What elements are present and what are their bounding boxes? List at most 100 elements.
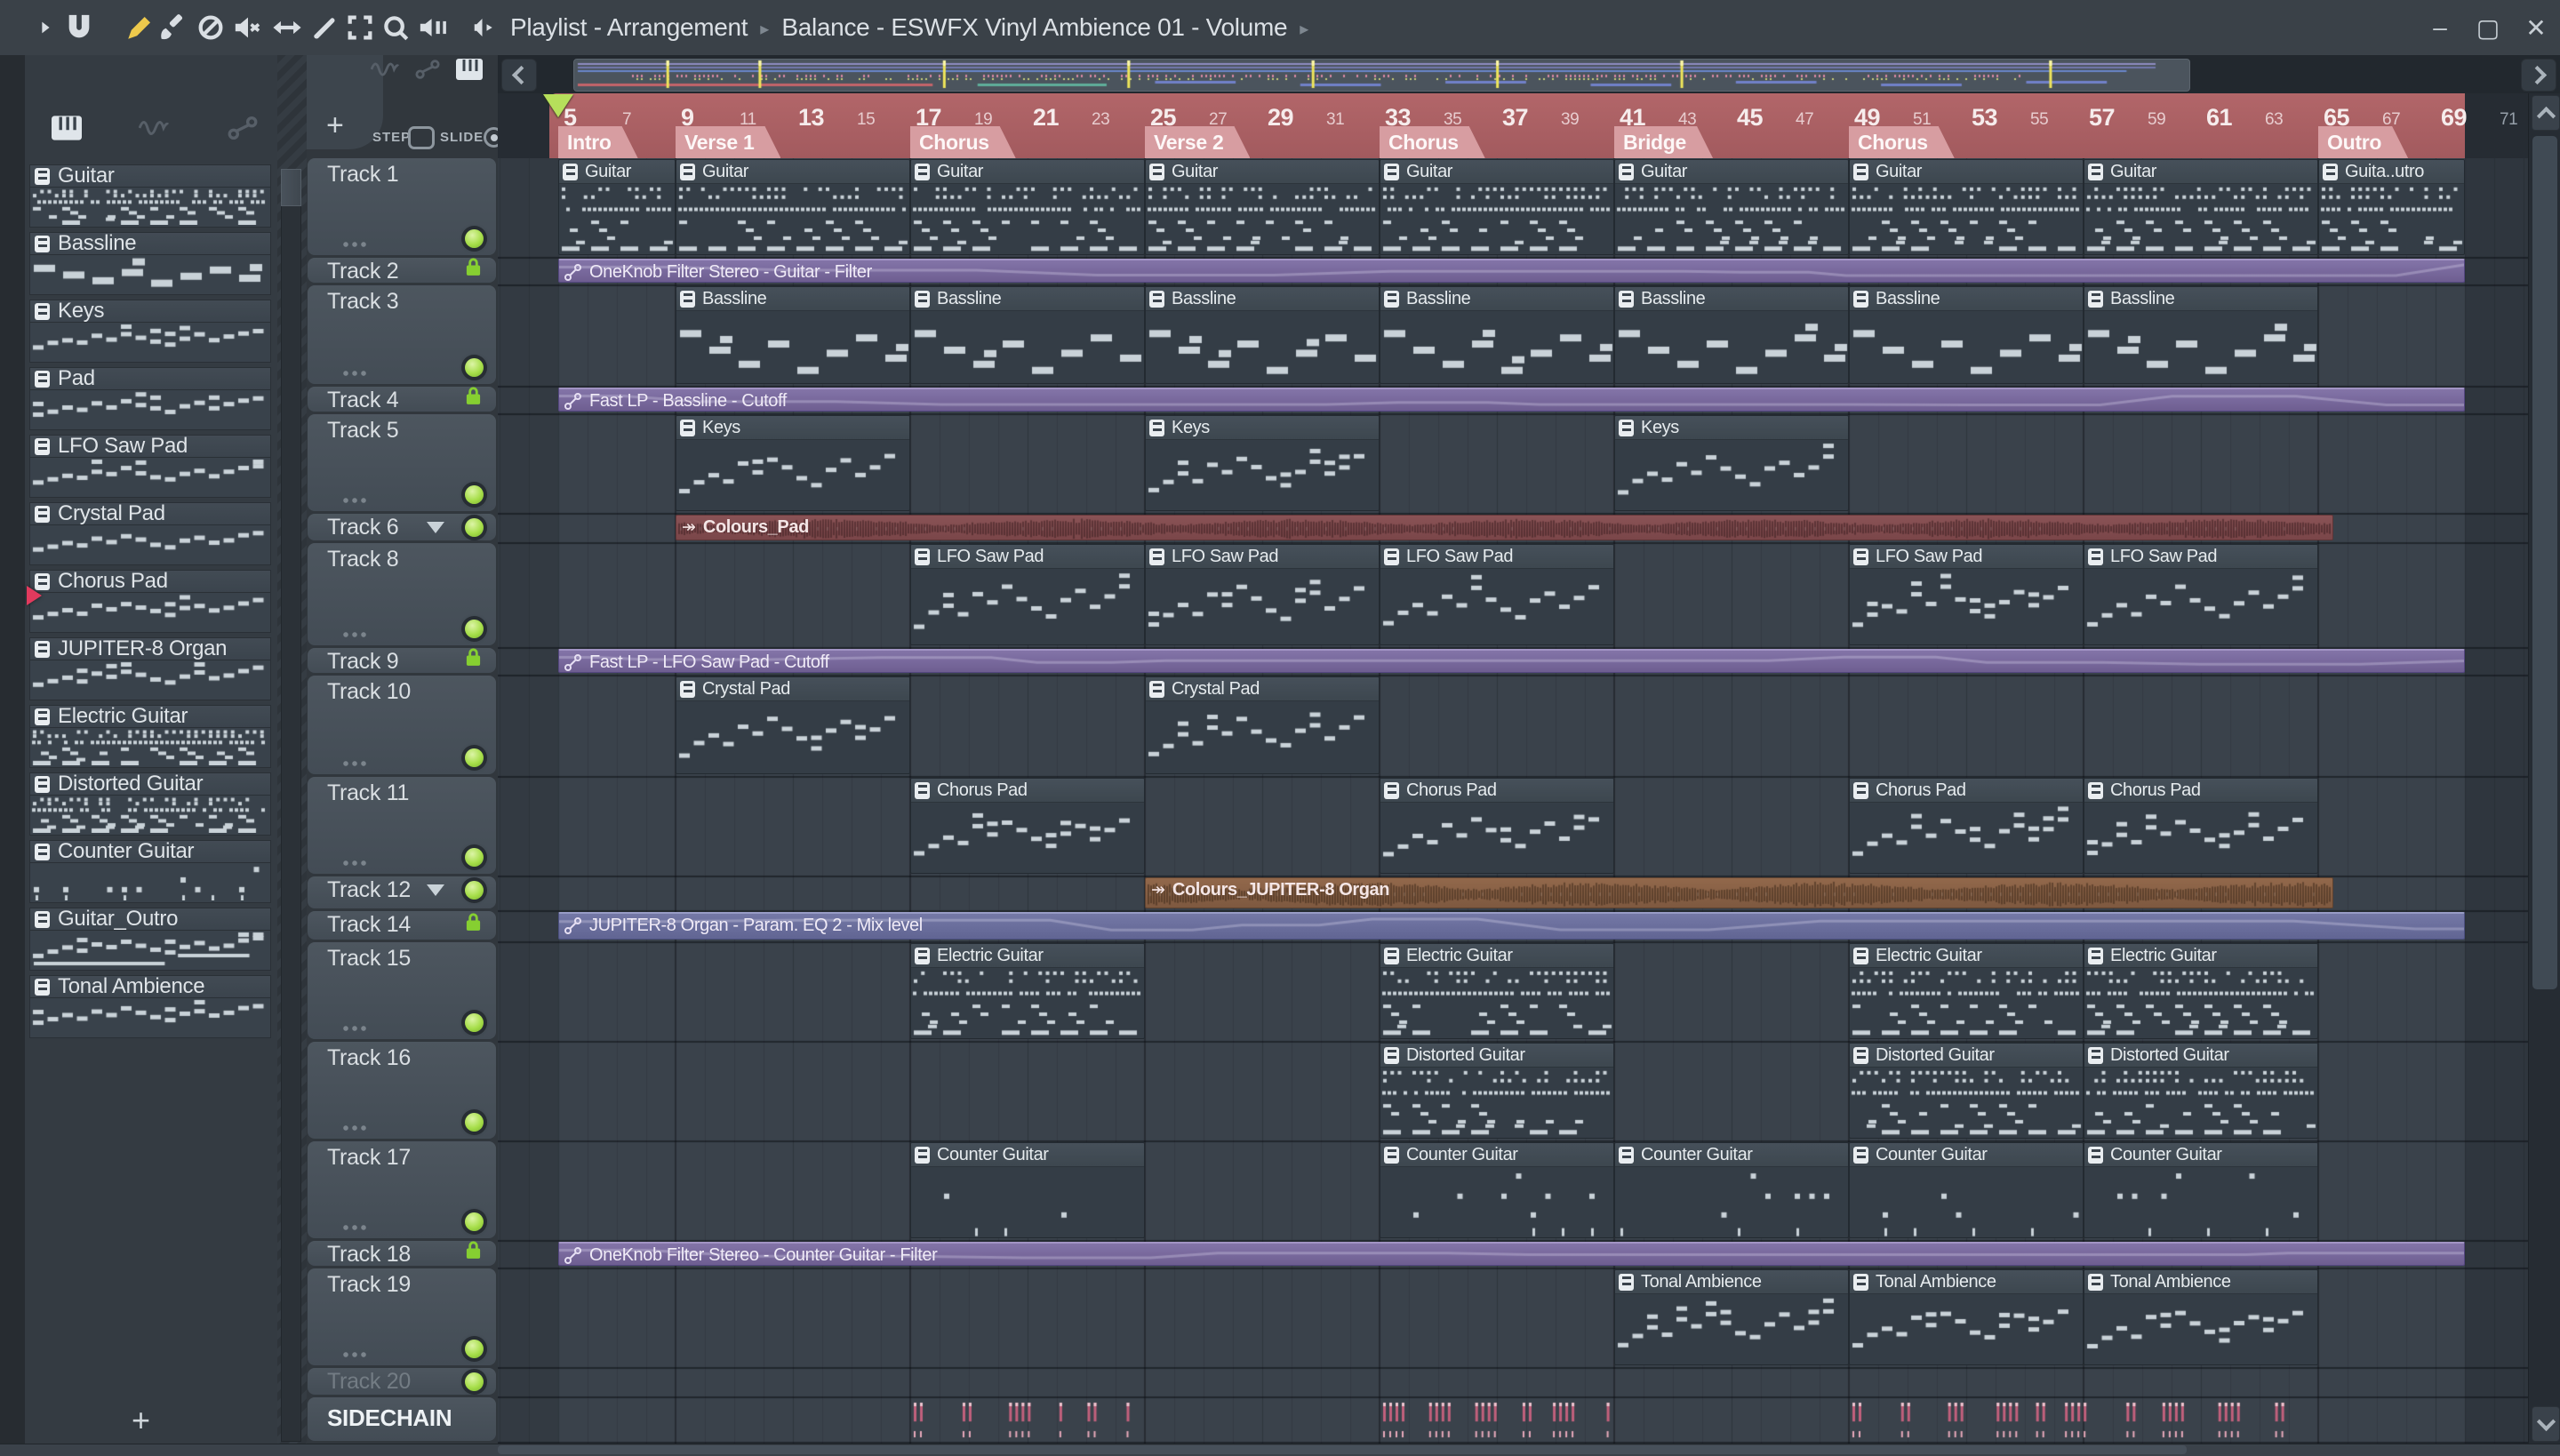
track-enable-led[interactable]	[465, 1113, 484, 1132]
pattern-clip-counter-guitar[interactable]: Counter Guitar	[2084, 1142, 2318, 1238]
pattern-clip-distorted-guitar[interactable]: Distorted Guitar	[2084, 1043, 2318, 1139]
sidechain-clip[interactable]	[910, 1398, 1145, 1441]
pattern-preview[interactable]	[29, 930, 271, 971]
pattern-preview[interactable]	[29, 187, 271, 228]
pattern-clip-lfo-saw-pad[interactable]: LFO Saw Pad	[2084, 544, 2318, 645]
track-collapse-arrow-icon[interactable]	[427, 522, 444, 533]
pattern-item-tonal-ambience[interactable]: Tonal Ambience	[29, 974, 271, 998]
add-pattern-button[interactable]: +	[132, 1402, 150, 1439]
pattern-clip-guitar[interactable]: Guitar	[2084, 159, 2318, 255]
automation-clip-oneknob-filter-stereo-guitar-filter[interactable]: OneKnob Filter Stereo - Guitar - Filter	[558, 259, 2465, 283]
play-cursor-icon[interactable]	[36, 12, 55, 43]
track-lock-icon[interactable]	[465, 257, 482, 282]
pattern-clip-keys[interactable]: Keys	[1145, 415, 1380, 511]
audio-clip-colours-pad[interactable]: ↠ Colours_Pad	[676, 515, 2333, 540]
pattern-clip-guita-utro[interactable]: Guita..utro	[2318, 159, 2465, 255]
breadcrumb-arrangement[interactable]: Balance - ESWFX Vinyl Ambience 01 - Volu…	[781, 13, 1287, 42]
track-header-track-2[interactable]: Track 2	[308, 257, 496, 284]
automation-clip-oneknob-filter-stereo-counter-guitar-filter[interactable]: OneKnob Filter Stereo - Counter Guitar -…	[558, 1242, 2465, 1266]
tab-audio[interactable]	[138, 116, 170, 142]
pattern-item-guitar[interactable]: Guitar	[29, 164, 271, 188]
track-enable-led[interactable]	[465, 1013, 484, 1032]
pattern-preview[interactable]	[29, 862, 271, 903]
track-header-track-6[interactable]: Track 6	[308, 514, 496, 540]
timeline-ruler[interactable]: Intro Verse 1 Chorus Verse 2 Chorus Bridge Cho…	[498, 93, 2528, 158]
link-mode-icon[interactable]	[415, 59, 445, 85]
pattern-clip-electric-guitar[interactable]: Electric Guitar	[2084, 943, 2318, 1039]
pattern-clip-distorted-guitar[interactable]: Distorted Guitar	[1849, 1043, 2084, 1139]
pattern-item-distorted-guitar[interactable]: Distorted Guitar	[29, 772, 271, 796]
pattern-item-counter-guitar[interactable]: Counter Guitar	[29, 839, 271, 863]
track-header-track-14[interactable]: Track 14	[308, 911, 496, 940]
pattern-preview[interactable]	[29, 727, 271, 768]
track-enable-led[interactable]	[465, 848, 484, 867]
pattern-clip-guitar[interactable]: Guitar	[910, 159, 1145, 255]
add-track-button[interactable]: +	[326, 108, 344, 143]
pattern-clip-counter-guitar[interactable]: Counter Guitar	[910, 1142, 1145, 1238]
pattern-clip-bassline[interactable]: Bassline	[910, 286, 1145, 384]
scroll-right-button[interactable]	[2521, 59, 2556, 92]
pattern-clip-lfo-saw-pad[interactable]: LFO Saw Pad	[1145, 544, 1380, 645]
close-button[interactable]: ✕	[2521, 13, 2551, 43]
pattern-clip-tonal-ambience[interactable]: Tonal Ambience	[1614, 1269, 1849, 1365]
pattern-clip-lfo-saw-pad[interactable]: LFO Saw Pad	[1849, 544, 2084, 645]
pattern-clip-guitar[interactable]: Guitar	[1145, 159, 1380, 255]
pattern-clip-counter-guitar[interactable]: Counter Guitar	[1614, 1142, 1849, 1238]
pattern-clip-guitar[interactable]: Guitar	[1849, 159, 2084, 255]
track-lock-icon[interactable]	[465, 386, 482, 411]
pattern-item-jupiter-8-organ[interactable]: JUPITER-8 Organ	[29, 636, 271, 660]
track-header-track-1[interactable]: Track 1	[308, 158, 496, 255]
scroll-left-button[interactable]	[501, 59, 537, 92]
track-header-track-8[interactable]: Track 8	[308, 543, 496, 645]
track-enable-led[interactable]	[465, 620, 484, 638]
mute-icon[interactable]	[233, 12, 263, 43]
zoom-icon[interactable]	[380, 12, 411, 43]
track-enable-led[interactable]	[465, 358, 484, 377]
track-header-track-9[interactable]: Track 9	[308, 647, 496, 674]
delete-icon[interactable]	[196, 12, 226, 43]
pattern-item-keys[interactable]: Keys	[29, 299, 271, 323]
minimize-button[interactable]: –	[2425, 13, 2455, 42]
track-enable-led[interactable]	[465, 1372, 484, 1391]
pattern-clip-keys[interactable]: Keys	[1614, 415, 1849, 511]
track-enable-led[interactable]	[465, 518, 484, 537]
track-lock-icon[interactable]	[465, 647, 482, 672]
pattern-preview[interactable]	[29, 795, 271, 836]
select-icon[interactable]	[345, 12, 375, 43]
track-header-track-17[interactable]: Track 17	[308, 1141, 496, 1238]
navigator-strip[interactable]	[573, 59, 2190, 92]
pattern-preview[interactable]	[29, 389, 271, 430]
wave-mode-icon[interactable]	[370, 59, 401, 85]
pattern-clip-crystal-pad[interactable]: Crystal Pad	[676, 676, 910, 774]
pattern-item-pad[interactable]: Pad	[29, 366, 271, 390]
step-toggle[interactable]	[408, 126, 435, 149]
tab-piano-roll[interactable]	[52, 116, 82, 142]
pattern-item-crystal-pad[interactable]: Crystal Pad	[29, 501, 271, 525]
pattern-clip-lfo-saw-pad[interactable]: LFO Saw Pad	[1380, 544, 1614, 645]
automation-clip-fast-lp-bassline-cutoff[interactable]: Fast LP - Bassline - Cutoff	[558, 388, 2465, 412]
track-enable-led[interactable]	[465, 229, 484, 248]
draw-icon[interactable]	[124, 12, 155, 43]
pattern-clip-electric-guitar[interactable]: Electric Guitar	[1849, 943, 2084, 1039]
track-lock-icon[interactable]	[465, 912, 482, 937]
pattern-clip-tonal-ambience[interactable]: Tonal Ambience	[1849, 1269, 2084, 1365]
pattern-preview[interactable]	[29, 457, 271, 498]
track-enable-led[interactable]	[465, 881, 484, 900]
tab-automation[interactable]	[228, 116, 258, 142]
scroll-down-button[interactable]	[2532, 1406, 2560, 1442]
audio-clip-colours-jupiter-8-organ[interactable]: ↠ Colours_JUPITER-8 Organ	[1145, 877, 2333, 908]
track-header-sidechain[interactable]: SIDECHAIN	[308, 1397, 496, 1441]
playhead-marker[interactable]	[543, 94, 573, 117]
pattern-preview[interactable]	[29, 997, 271, 1038]
pattern-item-lfo-saw-pad[interactable]: LFO Saw Pad	[29, 434, 271, 458]
picker-scrollbar[interactable]	[281, 169, 301, 1442]
track-header-track-20[interactable]: Track 20	[308, 1368, 496, 1395]
maximize-button[interactable]: ▢	[2473, 13, 2503, 43]
magnet-icon[interactable]	[64, 12, 94, 43]
pattern-item-guitar-outro[interactable]: Guitar_Outro	[29, 907, 271, 931]
pattern-clip-lfo-saw-pad[interactable]: LFO Saw Pad	[910, 544, 1145, 645]
sidechain-clip[interactable]	[1380, 1398, 1614, 1441]
track-enable-led[interactable]	[465, 1212, 484, 1231]
track-header-track-16[interactable]: Track 16	[308, 1042, 496, 1139]
slice-icon[interactable]	[309, 12, 340, 43]
